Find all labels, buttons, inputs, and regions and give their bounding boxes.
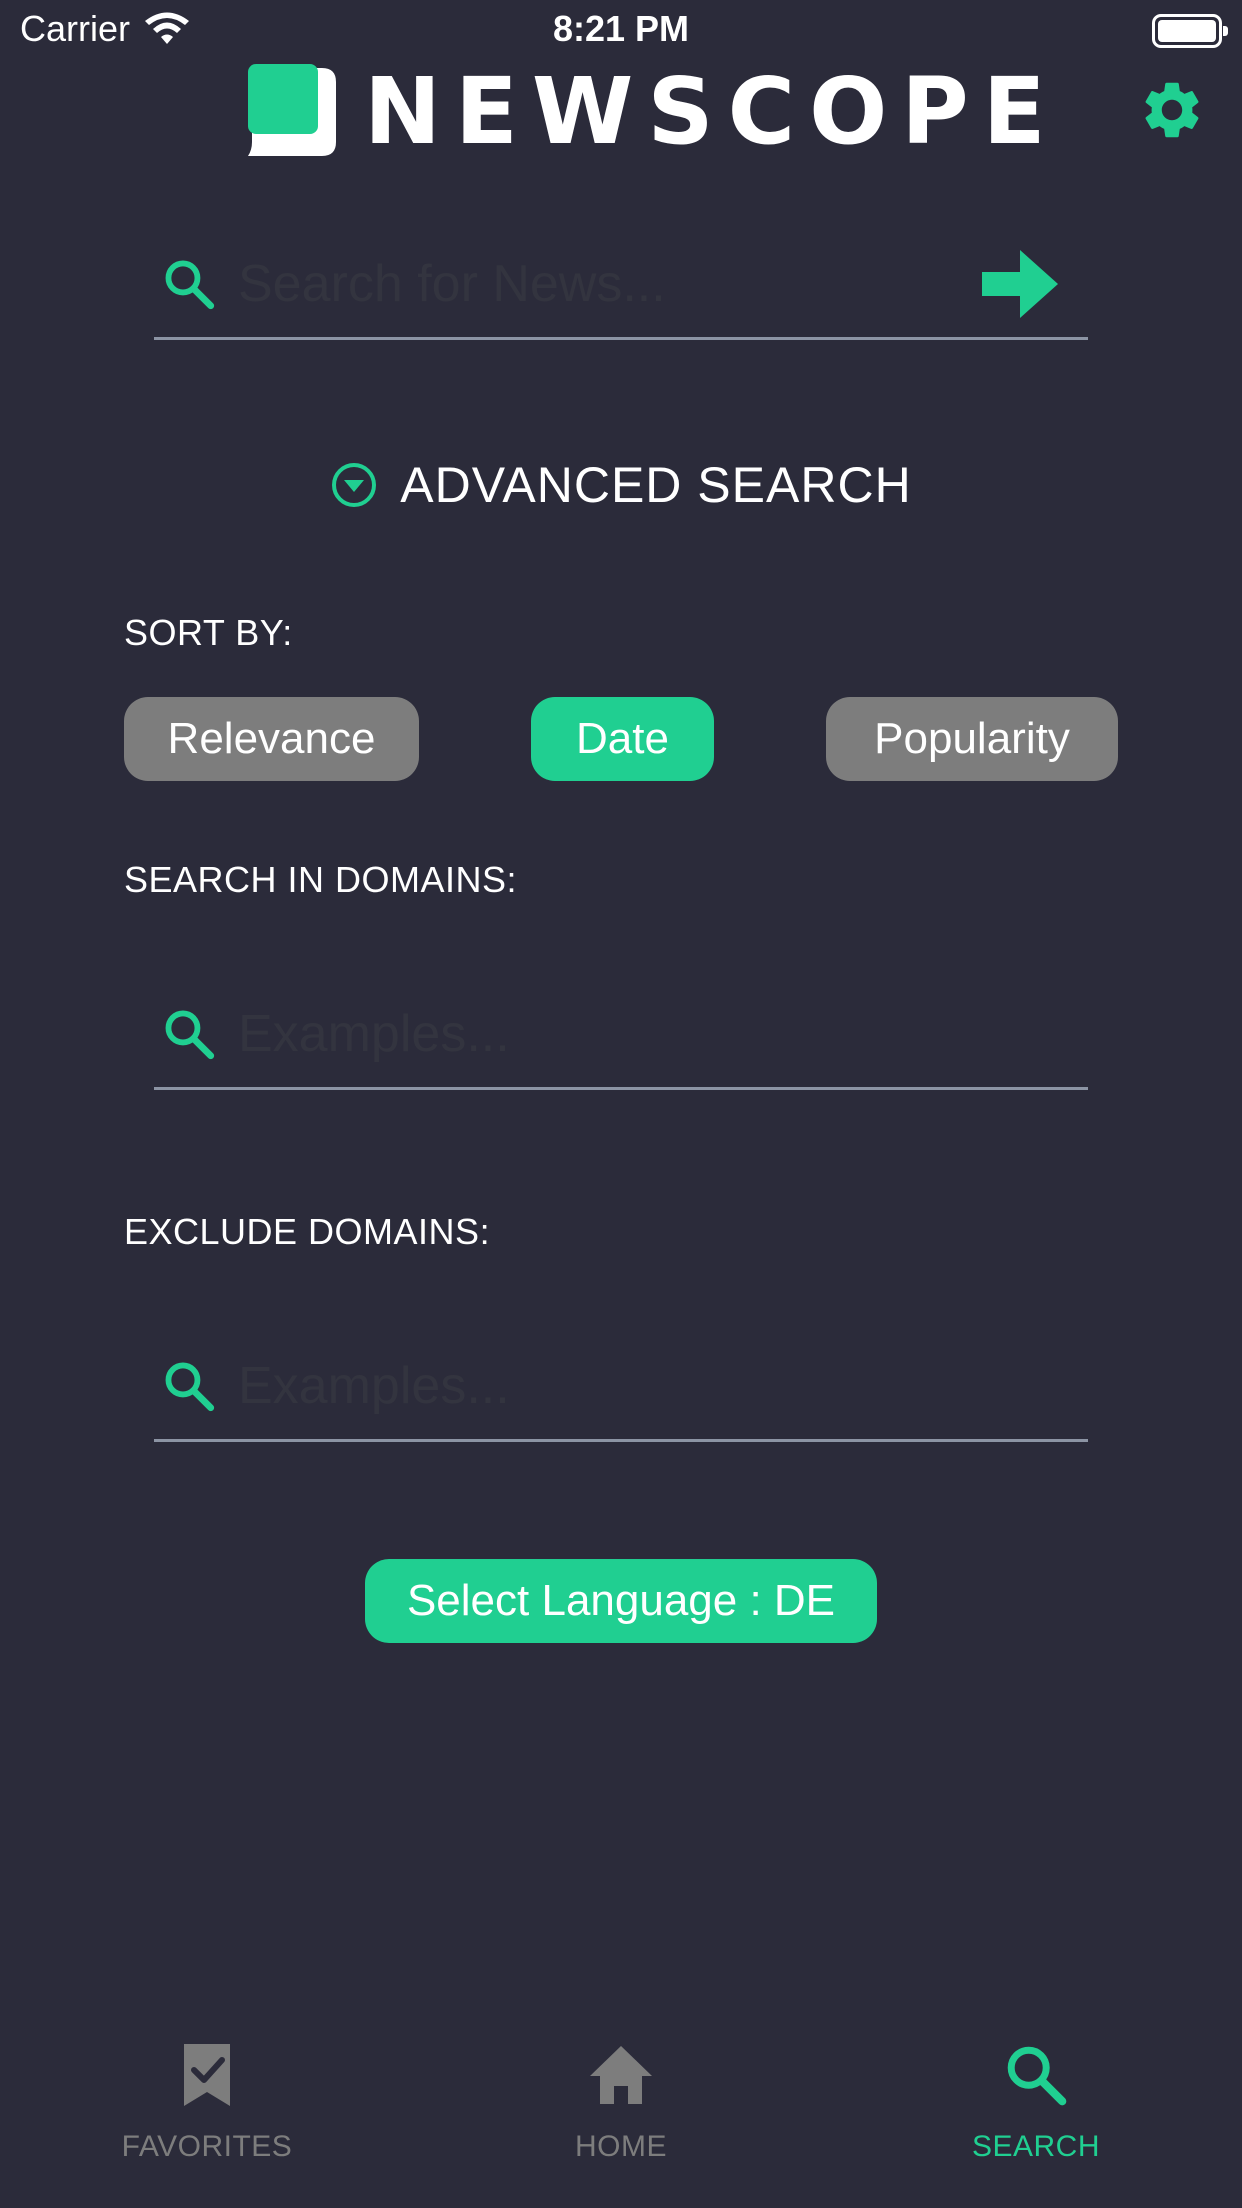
exclude-domains-input[interactable] xyxy=(238,1345,1088,1426)
tab-search[interactable]: SEARCH xyxy=(886,2040,1186,2164)
include-domains-input[interactable] xyxy=(238,993,1088,1074)
sort-relevance-button[interactable]: Relevance xyxy=(124,697,419,781)
advanced-search-toggle[interactable]: ADVANCED SEARCH xyxy=(0,456,1242,514)
sort-by-label: SORT BY: xyxy=(124,612,293,653)
search-icon xyxy=(165,260,215,309)
status-time: 8:21 PM xyxy=(552,8,690,49)
app-logo: NEWSCOPE xyxy=(244,64,1060,160)
tab-home[interactable]: HOME xyxy=(471,2040,771,2164)
exclude-search-bar xyxy=(154,1332,1088,1442)
tab-favorites-label: FAVORITES xyxy=(121,2130,293,2163)
gear-icon[interactable] xyxy=(1138,76,1206,144)
battery-icon xyxy=(1152,14,1228,48)
search-icon xyxy=(165,1362,215,1411)
sort-date-button[interactable]: Date xyxy=(531,697,714,781)
chevron-down-circle-icon xyxy=(332,463,377,507)
logo-text: NEWSCOPE xyxy=(364,58,1060,165)
exclude-domains-label: EXCLUDE DOMAINS: xyxy=(124,1211,491,1252)
domains-search-bar xyxy=(154,980,1088,1090)
bookmark-check-icon xyxy=(184,2044,230,2106)
tab-search-label: SEARCH xyxy=(971,2130,1101,2163)
sort-popularity-button[interactable]: Popularity xyxy=(826,697,1118,781)
search-icon xyxy=(1007,2046,1067,2106)
search-domains-label: SEARCH IN DOMAINS: xyxy=(124,859,518,900)
main-search-bar xyxy=(154,230,1088,340)
search-icon xyxy=(165,1010,215,1059)
select-language-button[interactable]: Select Language : DE xyxy=(365,1559,877,1643)
tab-home-label: HOME xyxy=(575,2130,667,2163)
news-search-input[interactable] xyxy=(238,243,980,324)
advanced-search-title: ADVANCED SEARCH xyxy=(400,457,912,513)
home-icon xyxy=(590,2046,652,2104)
tab-favorites[interactable]: FAVORITES xyxy=(57,2040,357,2164)
arrow-right-icon[interactable] xyxy=(980,244,1060,324)
logo-mark-icon xyxy=(248,64,336,156)
